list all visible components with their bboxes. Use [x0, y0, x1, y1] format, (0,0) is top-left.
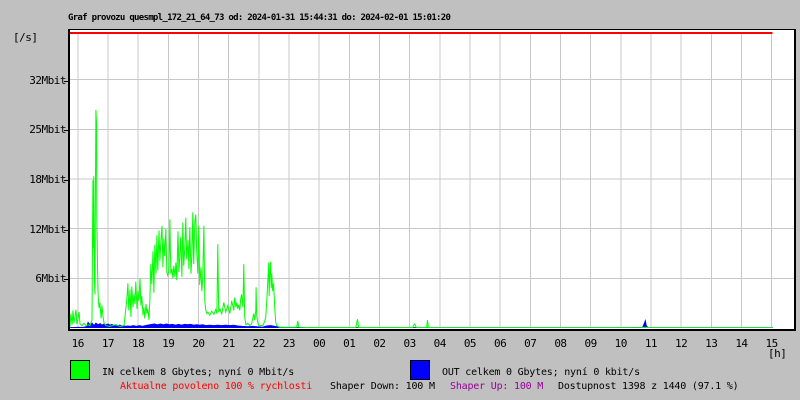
- x-tick-label: 20: [192, 337, 205, 350]
- x-tick-label: 09: [584, 337, 597, 350]
- x-tick-label: 19: [162, 337, 175, 350]
- out-legend-label: OUT celkem 0 Gbytes; nyní 0 kbit/s: [442, 367, 640, 378]
- y-tick-label: 32Mbit: [29, 74, 66, 87]
- x-tick-label: 03: [403, 337, 416, 350]
- traffic-graph-page: { "header": { "title": "Graf provozu que…: [0, 0, 800, 400]
- out-series: [70, 318, 773, 328]
- plot-area: [70, 32, 794, 328]
- y-tick-label: 12Mbit: [29, 223, 66, 236]
- x-tick-label: 01: [343, 337, 356, 350]
- x-tick-label: 10: [614, 337, 628, 350]
- x-tick-label: 06: [493, 337, 507, 350]
- in-legend-label: IN celkem 8 Gbytes; nyní 0 Mbit/s: [102, 367, 295, 378]
- y-axis-tick: [64, 81, 69, 82]
- x-tick-label: 02: [373, 337, 386, 350]
- x-tick-label: 16: [71, 337, 85, 350]
- x-tick-label: 04: [433, 337, 447, 350]
- shaper-up-status: Shaper Up: 100 M: [450, 381, 544, 392]
- plot-frame: [68, 29, 796, 331]
- in-series: [70, 109, 773, 328]
- x-tick-label: 22: [252, 337, 266, 350]
- x-tick-label: 14: [735, 337, 748, 350]
- x-tick-label: 08: [554, 337, 567, 350]
- graph-title: Graf provozu quesmpl_172_21_64_73 od: 20…: [68, 13, 451, 23]
- y-axis-tick: [64, 130, 69, 131]
- in-legend-swatch: [70, 360, 90, 380]
- y-tick-label: 6Mbit: [35, 272, 66, 285]
- y-tick-label: 25Mbit: [29, 123, 66, 136]
- y-axis-tick: [64, 230, 69, 231]
- availability-status: Dostupnost 1398 z 1440 (97.1 %): [558, 381, 739, 392]
- x-tick-label: 12: [674, 337, 688, 350]
- shaper-down-status: Shaper Down: 100 M: [330, 381, 435, 392]
- x-tick-label: 23: [282, 337, 296, 350]
- y-tick-label: 18Mbit: [29, 173, 66, 186]
- y-axis-unit-label: [/s]: [13, 31, 38, 44]
- x-tick-label: 15: [765, 337, 778, 350]
- x-tick-label: 17: [101, 337, 115, 350]
- x-tick-label: 13: [705, 337, 718, 350]
- x-tick-label: 18: [131, 337, 145, 350]
- y-axis-tick: [64, 279, 69, 280]
- out-legend-swatch: [410, 360, 430, 380]
- x-tick-label: 11: [644, 337, 658, 350]
- y-axis-tick: [64, 180, 69, 181]
- allowed-speed-status: Aktualne povoleno 100 % rychlosti: [120, 381, 313, 392]
- x-tick-label: 00: [312, 337, 326, 350]
- x-tick-label: 07: [524, 337, 537, 350]
- x-tick-label: 05: [463, 337, 477, 350]
- x-tick-label: 21: [222, 337, 235, 350]
